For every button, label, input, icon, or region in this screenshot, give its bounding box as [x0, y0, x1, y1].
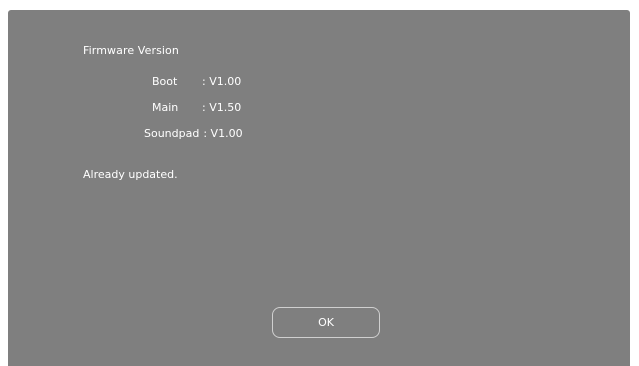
version-row-soundpad: Soundpad : V1.00 — [144, 120, 243, 146]
firmware-dialog: Firmware Version Boot : V1.00 Main : V1.… — [8, 10, 630, 366]
version-value-soundpad: : V1.00 — [203, 126, 243, 140]
version-label-main: Main — [152, 100, 179, 114]
ok-button-label: OK — [318, 316, 334, 329]
firmware-version-heading: Firmware Version — [83, 44, 179, 57]
version-row-main: Main : V1.50 — [144, 94, 243, 120]
ok-button[interactable]: OK — [272, 307, 380, 338]
version-label-soundpad: Soundpad — [144, 126, 200, 140]
firmware-version-list: Boot : V1.00 Main : V1.50 Soundpad : V1.… — [144, 68, 243, 146]
version-value-main: : V1.50 — [202, 100, 242, 114]
version-label-boot: Boot — [152, 74, 178, 88]
update-status-text: Already updated. — [83, 168, 178, 181]
version-row-boot: Boot : V1.00 — [144, 68, 243, 94]
version-value-boot: : V1.00 — [202, 74, 242, 88]
